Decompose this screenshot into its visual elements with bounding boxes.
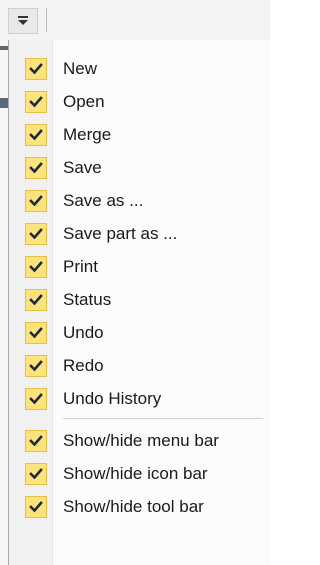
menu-item-label: Show/hide icon bar	[63, 464, 208, 483]
menu-item-label: Status	[63, 290, 112, 309]
menu-item-undo[interactable]: Undo	[9, 316, 270, 349]
menu-item-label: Redo	[63, 356, 104, 375]
checkmark-icon	[25, 463, 47, 485]
checkmark-icon	[25, 223, 47, 245]
menu-separator	[63, 418, 263, 419]
menu-item-save[interactable]: Save	[9, 151, 270, 184]
menu-item-label: Save part as ...	[63, 224, 178, 243]
menu-item-undo-history[interactable]: Undo History	[9, 382, 270, 415]
menu-item-label: Print	[63, 257, 98, 276]
dropdown-arrow-icon	[16, 15, 30, 27]
menu-item-open[interactable]: Open	[9, 85, 270, 118]
menu-item-label: Save as ...	[63, 191, 144, 210]
checkmark-icon	[25, 355, 47, 377]
toolbar-customize-button[interactable]	[8, 8, 38, 34]
checkmark-icon	[25, 496, 47, 518]
menu-item-merge[interactable]: Merge	[9, 118, 270, 151]
toolbar	[0, 0, 270, 41]
menu-item-show-hide-tool-bar[interactable]: Show/hide tool bar	[9, 490, 270, 523]
checkmark-icon	[25, 430, 47, 452]
menu-item-label: Show/hide menu bar	[63, 431, 219, 450]
menu-item-print[interactable]: Print	[9, 250, 270, 283]
menu-item-show-hide-menu-bar[interactable]: Show/hide menu bar	[9, 424, 270, 457]
checkmark-icon	[25, 322, 47, 344]
checkmark-icon	[25, 388, 47, 410]
toolbar-customize-menu: New Open Merge Save Save as ... Save part as …	[8, 40, 270, 565]
checkmark-icon	[25, 157, 47, 179]
checkmark-icon	[25, 91, 47, 113]
checkmark-icon	[25, 124, 47, 146]
menu-item-new[interactable]: New	[9, 52, 270, 85]
menu-item-label: Open	[63, 92, 105, 111]
menu-item-save-part-as[interactable]: Save part as ...	[9, 217, 270, 250]
edge-mark	[0, 46, 8, 50]
menu-item-label: Undo	[63, 323, 104, 342]
menu-item-save-as[interactable]: Save as ...	[9, 184, 270, 217]
menu-item-show-hide-icon-bar[interactable]: Show/hide icon bar	[9, 457, 270, 490]
menu-item-label: Undo History	[63, 389, 162, 408]
underlying-window-edge	[0, 40, 8, 565]
checkmark-icon	[25, 289, 47, 311]
menu-item-label: New	[63, 59, 98, 78]
checkmark-icon	[25, 256, 47, 278]
menu-item-label: Save	[63, 158, 102, 177]
toolbar-separator	[46, 8, 47, 32]
menu-item-label: Merge	[63, 125, 112, 144]
checkmark-icon	[25, 190, 47, 212]
edge-mark	[0, 98, 8, 108]
checkmark-icon	[25, 58, 47, 80]
menu-item-label: Show/hide tool bar	[63, 497, 204, 516]
menu-item-status[interactable]: Status	[9, 283, 270, 316]
toolbar-customize-window: New Open Merge Save Save as ... Save part as …	[0, 0, 270, 565]
menu-item-redo[interactable]: Redo	[9, 349, 270, 382]
